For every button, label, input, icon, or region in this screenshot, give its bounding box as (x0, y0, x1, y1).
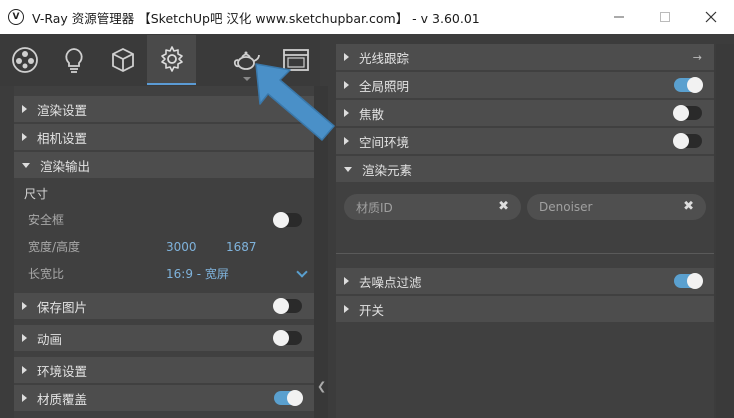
chevron-down-icon[interactable] (296, 266, 308, 278)
expand-arrow-icon (344, 137, 349, 145)
collapse-left-icon[interactable]: ❮ (317, 380, 326, 393)
safe-frame-toggle[interactable] (273, 212, 302, 228)
render-element-chip[interactable]: 材质ID ✖ (344, 194, 521, 220)
animation-toggle[interactable] (273, 330, 302, 346)
section-render-elements[interactable]: 渲染元素 (336, 156, 714, 182)
safe-frame-row: 安全框 (14, 206, 314, 233)
minimize-icon (614, 16, 624, 18)
tool-materials[interactable] (0, 35, 49, 85)
section-switches[interactable]: 开关 (336, 296, 714, 322)
volumetric-toggle[interactable] (673, 133, 702, 149)
section-animation[interactable]: 动画 (14, 325, 314, 351)
expand-arrow-icon (22, 105, 27, 113)
pin-icon[interactable]: → (693, 51, 702, 64)
width-value[interactable]: 3000 (166, 240, 197, 254)
render-element-chip[interactable]: Denoiser ✖ (527, 194, 706, 220)
denoiser-toggle[interactable] (674, 273, 703, 289)
render-elements-list: 材质ID ✖ Denoiser ✖ (336, 184, 714, 254)
expand-arrow-icon (22, 302, 27, 310)
expand-arrow-icon (344, 53, 349, 61)
close-button[interactable] (688, 0, 734, 34)
expand-arrow-icon (344, 305, 349, 313)
right-scrollbar[interactable] (716, 44, 734, 418)
width-height-row: 宽度/高度 3000 1687 (14, 233, 314, 260)
aspect-ratio-row: 长宽比 16:9 - 宽屏 (14, 260, 314, 287)
gi-toggle[interactable] (674, 77, 703, 93)
window-controls (596, 0, 734, 34)
remove-icon[interactable]: ✖ (683, 199, 694, 214)
tool-geometry[interactable] (98, 35, 147, 85)
tool-settings[interactable] (147, 35, 196, 85)
close-icon (705, 11, 717, 23)
expand-arrow-icon (22, 334, 27, 342)
cube-icon (111, 47, 134, 73)
section-caustics[interactable]: 焦散 (336, 100, 714, 126)
section-material-override[interactable]: 材质覆盖 (14, 385, 314, 411)
material-override-toggle[interactable] (274, 390, 303, 406)
section-render-output[interactable]: 渲染输出 (14, 152, 314, 178)
expand-arrow-icon (22, 394, 27, 402)
section-volumetric[interactable]: 空间环境 (336, 128, 714, 154)
save-image-toggle[interactable] (273, 298, 302, 314)
minimize-button[interactable] (596, 0, 642, 34)
vray-logo-icon: V (8, 9, 24, 25)
size-heading: 尺寸 (24, 186, 49, 201)
right-settings-panel: 光线跟踪 → 全局照明 焦散 空间环境 渲染元素 材质ID ✖ Denoiser… (336, 44, 714, 418)
section-save-image[interactable]: 保存图片 (14, 293, 314, 319)
section-denoiser[interactable]: 去噪点过滤 (336, 268, 714, 294)
expand-arrow-icon (344, 81, 349, 89)
caustics-toggle[interactable] (673, 105, 702, 121)
expand-arrow-icon (22, 366, 27, 374)
tool-lights[interactable] (49, 35, 98, 85)
callout-arrow-icon (255, 63, 335, 141)
section-environment[interactable]: 环境设置 (14, 357, 314, 383)
gear-icon (160, 46, 183, 72)
remove-icon[interactable]: ✖ (498, 199, 509, 214)
safe-frame-label: 安全框 (28, 213, 65, 227)
section-global-illumination[interactable]: 全局照明 (336, 72, 714, 98)
bulb-icon (64, 48, 83, 73)
expand-arrow-icon (344, 109, 349, 117)
width-height-label: 宽度/高度 (28, 240, 81, 254)
height-value[interactable]: 1687 (226, 240, 257, 254)
expand-arrow-icon (22, 133, 27, 141)
expand-arrow-icon (344, 277, 349, 285)
title-bar: V V-Ray 资源管理器 【SketchUp吧 汉化 www.sketchup… (0, 0, 734, 34)
maximize-icon (660, 12, 670, 22)
collapse-arrow-icon (22, 162, 30, 168)
window-title: V-Ray 资源管理器 【SketchUp吧 汉化 www.sketchupba… (32, 10, 480, 26)
section-raytrace[interactable]: 光线跟踪 → (336, 44, 714, 70)
collapse-arrow-icon (344, 166, 352, 172)
aspect-ratio-label: 长宽比 (28, 267, 65, 281)
maximize-button[interactable] (642, 0, 688, 34)
material-palette-icon (11, 47, 38, 73)
aspect-ratio-select[interactable]: 16:9 - 宽屏 (166, 265, 229, 282)
